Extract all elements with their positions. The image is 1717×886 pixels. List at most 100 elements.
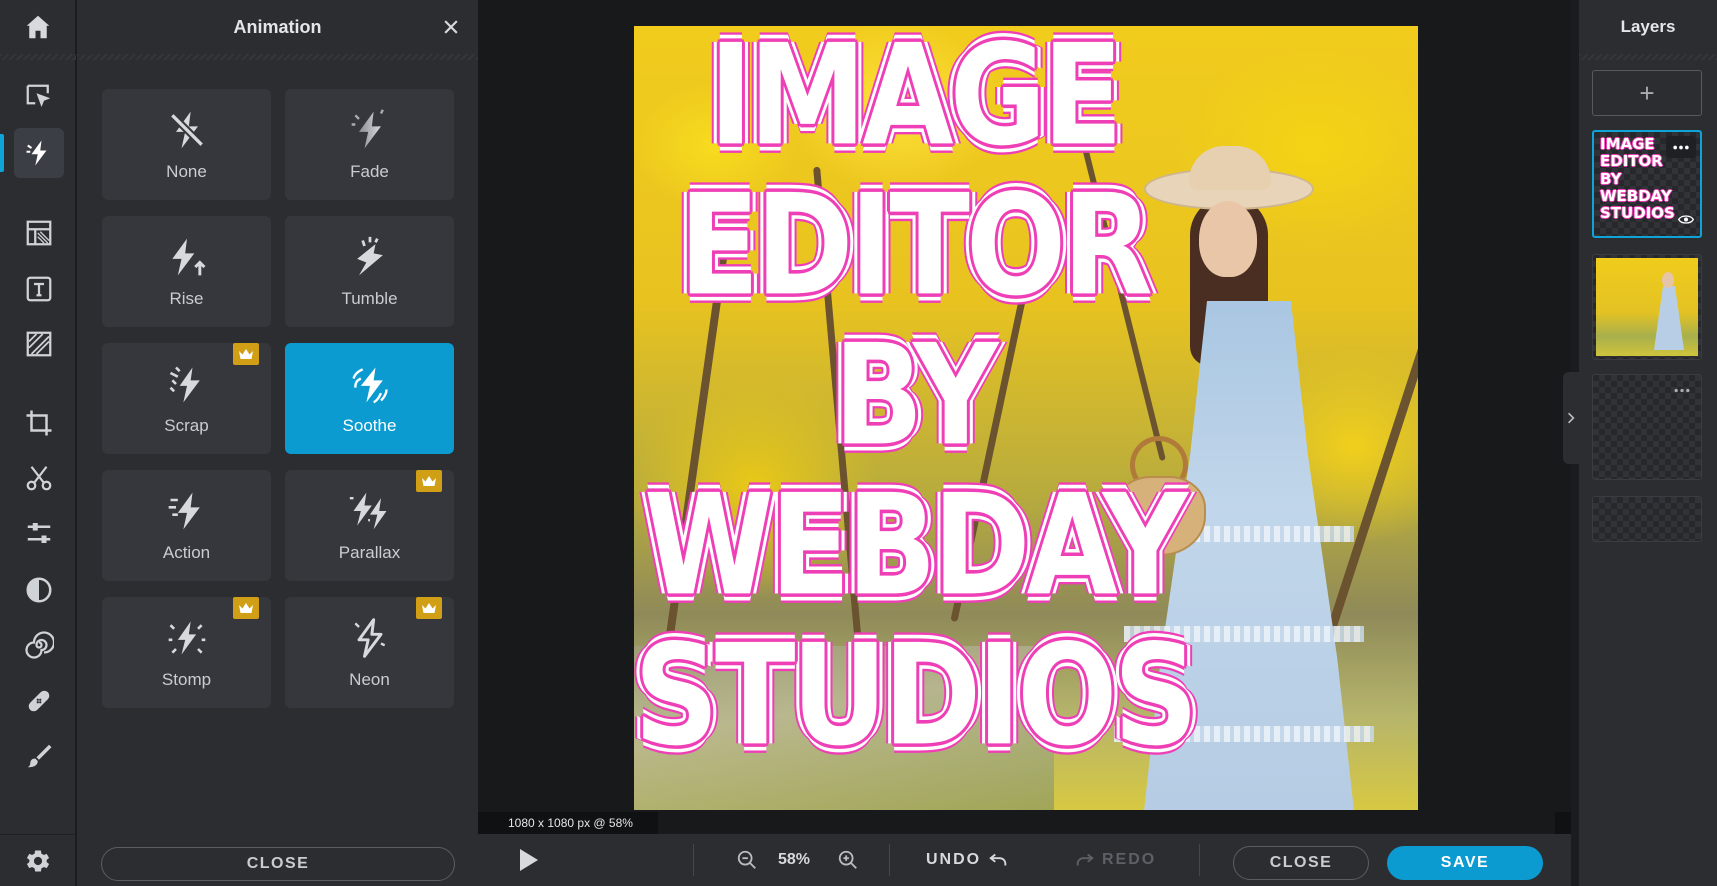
layer-background[interactable] xyxy=(1592,496,1702,542)
active-tool-indicator xyxy=(0,134,4,172)
animation-option-rise[interactable]: Rise xyxy=(102,216,271,327)
animation-option-neon[interactable]: Neon xyxy=(285,597,454,708)
crop-icon xyxy=(26,410,52,436)
bottombar-divider xyxy=(1199,844,1200,876)
tool-layout[interactable] xyxy=(14,208,64,258)
layer-empty[interactable] xyxy=(1592,374,1702,480)
redo-button[interactable]: REDO xyxy=(1074,834,1156,886)
animation-option-tumble[interactable]: Tumble xyxy=(285,216,454,327)
layer-more-button[interactable] xyxy=(1667,379,1697,401)
add-layer-button[interactable]: + xyxy=(1592,70,1702,116)
cutout-icon xyxy=(26,466,52,491)
home-button[interactable] xyxy=(0,0,76,54)
animation-option-action[interactable]: Action xyxy=(102,470,271,581)
toolbar-divider xyxy=(0,54,76,60)
tool-cutout[interactable] xyxy=(14,453,64,503)
more-dots-icon xyxy=(1673,145,1689,149)
crown-icon xyxy=(239,603,253,613)
image-editor-app: Animation None Fade Rise Tumble Scrap So… xyxy=(0,0,1717,886)
undo-button[interactable]: UNDO xyxy=(926,834,1009,886)
bolt-slash-icon xyxy=(169,111,204,149)
crown-icon xyxy=(422,603,436,613)
animation-option-soothe[interactable]: Soothe xyxy=(285,343,454,454)
animation-option-none[interactable]: None xyxy=(102,89,271,200)
panel-divider xyxy=(77,54,478,60)
bolt-soothe-icon xyxy=(351,367,388,404)
animation-option-fade[interactable]: Fade xyxy=(285,89,454,200)
undo-icon xyxy=(989,853,1007,866)
panel-title: Animation xyxy=(233,16,322,37)
tool-overlay[interactable] xyxy=(14,319,64,369)
layers-title: Layers xyxy=(1620,17,1676,36)
retouch-icon xyxy=(28,690,50,712)
premium-badge xyxy=(416,470,442,492)
canvas-size-readout: 1080 x 1080 px @ 58% xyxy=(478,812,658,834)
layers-panel: Layers + IMAGE EDITOR BY WEBDAY STUDIOS xyxy=(1579,0,1717,886)
tool-text[interactable] xyxy=(14,264,64,314)
canvas-text-layer[interactable]: IMAGE EDITOR BY WEBDAY STUDIOS xyxy=(634,26,1198,765)
animation-option-parallax[interactable]: Parallax xyxy=(285,470,454,581)
tool-select-arrange[interactable] xyxy=(14,72,64,122)
bolt-rise-icon xyxy=(171,238,205,276)
close-button[interactable]: CLOSE xyxy=(1233,846,1369,880)
save-button[interactable]: SAVE xyxy=(1387,846,1543,880)
tool-draw[interactable] xyxy=(14,731,64,781)
home-icon xyxy=(26,15,50,39)
tool-animation[interactable] xyxy=(14,128,64,178)
crown-icon xyxy=(239,349,253,359)
play-icon xyxy=(520,849,538,871)
settings-icon xyxy=(26,850,50,871)
tool-filter[interactable] xyxy=(14,565,64,615)
panel-close-x-button[interactable] xyxy=(438,14,464,40)
panel-close-button[interactable]: CLOSE xyxy=(101,847,455,881)
bolt-fade-icon xyxy=(351,109,384,149)
image-canvas[interactable]: IMAGE EDITOR BY WEBDAY STUDIOS xyxy=(634,26,1418,810)
zoom-out-icon xyxy=(737,850,756,869)
zoom-in-button[interactable] xyxy=(837,834,859,886)
redo-icon xyxy=(1076,853,1094,866)
bolt-parallax-icon xyxy=(349,492,386,530)
plus-icon: + xyxy=(1639,78,1655,108)
layout-icon xyxy=(26,220,52,246)
left-toolbar xyxy=(0,0,76,886)
canvas-text-line: IMAGE xyxy=(708,26,1123,177)
zoom-level: 58% xyxy=(778,851,811,868)
layer-text[interactable]: IMAGE EDITOR BY WEBDAY STUDIOS xyxy=(1592,130,1702,238)
text-icon xyxy=(26,276,52,302)
animation-option-stomp[interactable]: Stomp xyxy=(102,597,271,708)
bolt-tumble-icon xyxy=(356,236,383,276)
bottombar-divider xyxy=(889,844,890,876)
chevron-right-icon xyxy=(1568,412,1575,424)
canvas-text-line: EDITOR xyxy=(678,163,1153,327)
settings-button[interactable] xyxy=(0,834,76,886)
tool-retouch[interactable] xyxy=(14,676,64,726)
bolt-action-icon xyxy=(168,492,200,530)
select-arrange-icon xyxy=(26,84,51,107)
adjust-icon xyxy=(27,523,51,543)
layer-more-button[interactable] xyxy=(1666,136,1696,158)
animation-option-scrap[interactable]: Scrap xyxy=(102,343,271,454)
layers-collapse-handle[interactable] xyxy=(1563,372,1579,464)
layer-photo[interactable] xyxy=(1592,254,1702,360)
crown-icon xyxy=(422,476,436,486)
premium-badge xyxy=(233,343,259,365)
stage-strip xyxy=(1555,812,1571,834)
play-button[interactable] xyxy=(516,834,540,886)
tool-effects[interactable] xyxy=(14,620,64,670)
panel-header: Animation xyxy=(77,0,478,54)
animation-icon xyxy=(26,140,47,166)
filter-icon xyxy=(26,577,52,603)
layer-thumb-photo xyxy=(1596,258,1698,356)
premium-badge xyxy=(416,597,442,619)
bolt-scrap-icon xyxy=(169,366,200,403)
bottom-bar: 58% UNDO REDO CLOSE SAVE xyxy=(478,834,1571,886)
effects-icon xyxy=(25,631,54,659)
premium-badge xyxy=(233,597,259,619)
tool-crop[interactable] xyxy=(14,398,64,448)
eye-icon xyxy=(1677,215,1695,224)
zoom-out-button[interactable] xyxy=(736,834,758,886)
tool-adjust[interactable] xyxy=(14,508,64,558)
draw-icon xyxy=(27,744,52,768)
overlay-icon xyxy=(26,331,52,357)
layer-visibility-toggle[interactable] xyxy=(1677,212,1695,230)
